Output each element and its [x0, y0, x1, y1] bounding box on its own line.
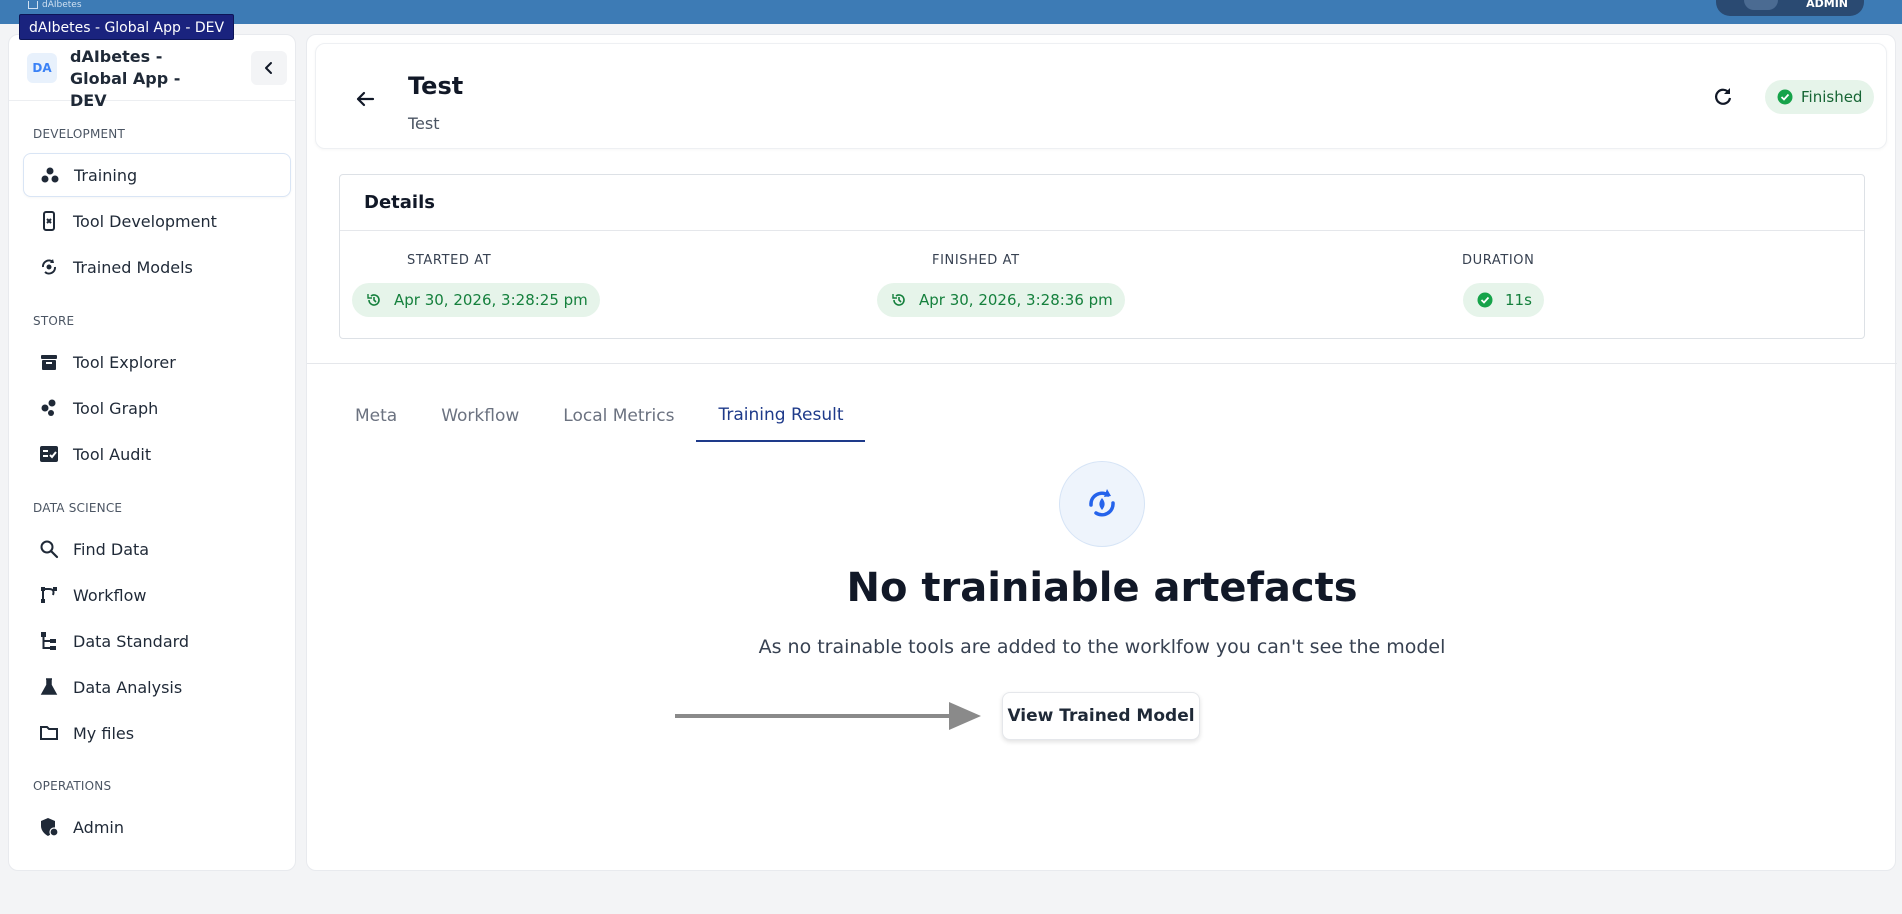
page-header: Test Test Finished [315, 43, 1887, 149]
app-logo[interactable]: dAIbetes [28, 0, 82, 10]
flask-icon [39, 677, 59, 697]
collapse-sidebar-button[interactable] [251, 51, 287, 85]
sidebar-item-label: Data Standard [73, 631, 190, 651]
account-toggle [1744, 0, 1778, 10]
workflow-icon [39, 585, 59, 605]
view-trained-model-button[interactable]: View Trained Model [1002, 692, 1200, 740]
empty-state-title: No trainiable artefacts [846, 565, 1358, 611]
finished-at-value: Apr 30, 2026, 3:28:36 pm [877, 283, 1125, 317]
logo-icon [28, 1, 38, 9]
app-title: dAIbetes - Global App - DEV [70, 47, 181, 110]
section-data-science: DATA SCIENCE [33, 501, 123, 515]
check-circle-icon [1777, 89, 1793, 105]
tab-training-result[interactable]: Training Result [696, 390, 866, 442]
check-circle-icon [1477, 292, 1493, 308]
account-label: ADMIN [1806, 0, 1848, 10]
sidebar-item-data-analysis[interactable]: Data Analysis [23, 665, 291, 709]
sidebar-item-tool-audit[interactable]: Tool Audit [23, 432, 291, 476]
avatar: DA [27, 53, 57, 83]
section-operations: OPERATIONS [33, 779, 112, 793]
page-title: Test [408, 72, 464, 100]
sidebar-item-tool-development[interactable]: Tool Development [23, 199, 291, 243]
section-development: DEVELOPMENT [33, 127, 125, 141]
sidebar-item-label: Tool Graph [73, 398, 159, 418]
trained-models-icon [39, 257, 59, 277]
empty-state-description: As no trainable tools are added to the w… [758, 636, 1446, 658]
archive-icon [39, 352, 59, 372]
duration-value: 11s [1463, 283, 1544, 317]
sidebar-item-label: My files [73, 723, 135, 743]
sidebar-item-training[interactable]: Training [23, 153, 291, 197]
duration-text: 11s [1505, 291, 1532, 309]
logo-text: dAIbetes [42, 0, 82, 10]
sidebar-item-label: Workflow [73, 585, 147, 605]
started-at-text: Apr 30, 2026, 3:28:25 pm [394, 291, 588, 309]
tab-local-metrics[interactable]: Local Metrics [541, 390, 696, 442]
page-subtitle: Test [408, 114, 440, 133]
sidebar-item-find-data[interactable]: Find Data [23, 527, 291, 571]
sidebar-item-workflow[interactable]: Workflow [23, 573, 291, 617]
duration-label: DURATION [1462, 253, 1535, 268]
section-divider [307, 363, 1897, 364]
refresh-button[interactable] [1710, 84, 1736, 110]
account-menu[interactable]: ADMIN [1716, 0, 1864, 16]
sidebar-item-label: Tool Explorer [73, 352, 176, 372]
sidebar-item-label: Admin [73, 817, 124, 837]
admin-shield-icon [39, 817, 59, 837]
started-at-value: Apr 30, 2026, 3:28:25 pm [352, 283, 600, 317]
training-icon [40, 165, 60, 185]
history-icon [367, 294, 380, 306]
arrow-left-icon [356, 91, 375, 107]
finished-at-text: Apr 30, 2026, 3:28:36 pm [919, 291, 1113, 309]
sidebar-item-label: Tool Development [73, 211, 217, 231]
details-panel: Details STARTED AT FINISHED AT DURATION … [339, 174, 1865, 339]
back-button[interactable] [352, 86, 378, 112]
started-at-label: STARTED AT [407, 253, 492, 268]
search-icon [39, 539, 59, 559]
sidebar-item-label: Find Data [73, 539, 150, 559]
graph-icon [39, 398, 59, 418]
sidebar-item-label: Tool Audit [73, 444, 152, 464]
tooltip: dAIbetes - Global App - DEV [19, 14, 235, 40]
sidebar: DA dAIbetes - Global App - DEV DEVELOPME… [8, 34, 296, 871]
sidebar-item-label: Data Analysis [73, 677, 183, 697]
sidebar-item-admin[interactable]: Admin [23, 805, 291, 849]
section-store: STORE [33, 314, 75, 328]
audit-icon [39, 444, 59, 464]
chevron-left-icon [265, 62, 272, 74]
history-icon [892, 294, 905, 306]
sidebar-item-label: Trained Models [73, 257, 193, 277]
tab-workflow[interactable]: Workflow [419, 390, 541, 442]
status-badge: Finished [1765, 80, 1875, 114]
sidebar-item-my-files[interactable]: My files [23, 711, 291, 755]
sidebar-item-label: Training [74, 165, 138, 185]
sidebar-item-tool-graph[interactable]: Tool Graph [23, 386, 291, 430]
top-app-bar: dAIbetes ADMIN [0, 0, 1902, 24]
refresh-icon [1715, 88, 1732, 105]
status-text: Finished [1801, 88, 1863, 106]
details-heading: Details [340, 175, 1864, 231]
tab-meta[interactable]: Meta [339, 390, 419, 442]
sidebar-item-data-standard[interactable]: Data Standard [23, 619, 291, 663]
trained-model-icon [1059, 461, 1145, 547]
main-content: Test Test Finished Details STARTED AT FI… [306, 34, 1897, 871]
sidebar-item-trained-models[interactable]: Trained Models [23, 245, 291, 289]
tab-bar: Meta Workflow Local Metrics Training Res… [339, 390, 866, 442]
folder-icon [39, 723, 59, 743]
annotation-arrow-icon [675, 702, 981, 730]
tool-development-icon [39, 211, 59, 231]
data-standard-icon [39, 631, 59, 651]
sidebar-item-tool-explorer[interactable]: Tool Explorer [23, 340, 291, 384]
finished-at-label: FINISHED AT [932, 253, 1020, 268]
sidebar-header: DA dAIbetes - Global App - DEV [9, 35, 295, 110]
